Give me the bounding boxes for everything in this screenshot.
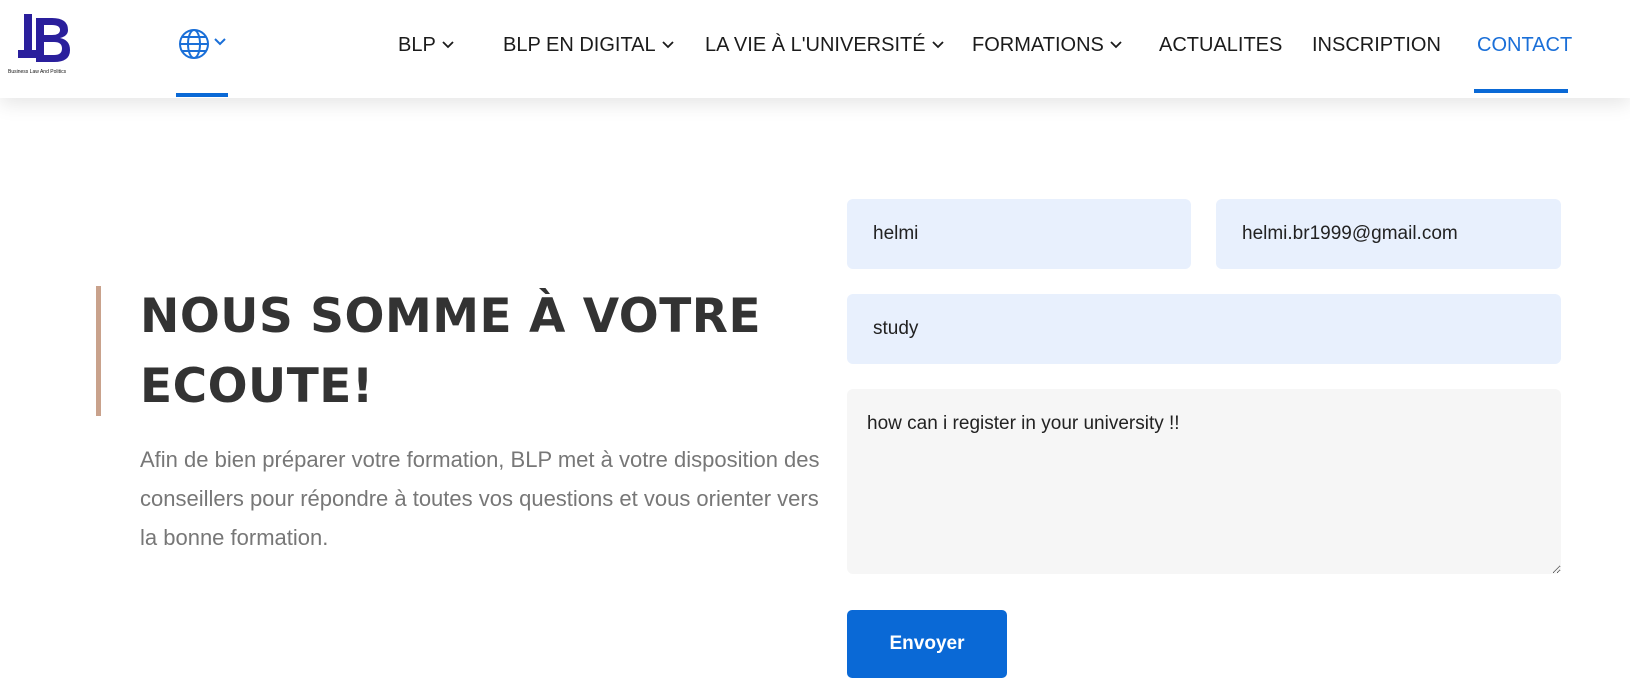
nav-item-actualites[interactable]: ACTUALITES bbox=[1159, 30, 1282, 60]
chevron-down-icon bbox=[1110, 41, 1122, 49]
nav-item-label: LA VIE À L'UNIVERSITÉ bbox=[705, 33, 926, 56]
nav-item-contact[interactable]: CONTACT bbox=[1477, 30, 1572, 60]
language-selector[interactable] bbox=[176, 24, 232, 98]
site-header: Business Law And Politics BLP BLP EN DIG… bbox=[0, 0, 1630, 98]
globe-icon bbox=[179, 29, 209, 59]
chevron-down-icon bbox=[214, 38, 226, 46]
chevron-down-icon bbox=[931, 41, 944, 49]
email-field[interactable] bbox=[1216, 199, 1561, 269]
chevron-down-icon bbox=[442, 41, 454, 49]
nav-item-label: INSCRIPTION bbox=[1312, 33, 1441, 56]
nav-item-label: BLP EN DIGITAL bbox=[503, 33, 656, 56]
name-field[interactable] bbox=[847, 199, 1191, 269]
nav-item-label: CONTACT bbox=[1477, 33, 1573, 56]
page-description: Afin de bien préparer votre formation, B… bbox=[140, 447, 820, 550]
nav-item-blp[interactable]: BLP bbox=[398, 30, 454, 60]
chevron-down-icon bbox=[662, 41, 674, 49]
nav-item-vie-universite[interactable]: LA VIE À L'UNIVERSITÉ bbox=[705, 30, 944, 60]
nav-item-label: BLP bbox=[398, 33, 436, 56]
nav-item-formations[interactable]: FORMATIONS bbox=[972, 30, 1122, 60]
subject-field[interactable] bbox=[847, 294, 1561, 364]
nav-item-label: FORMATIONS bbox=[972, 33, 1104, 56]
submit-button[interactable]: Envoyer bbox=[847, 610, 1007, 678]
message-field[interactable]: how can i register in your university !! bbox=[847, 389, 1561, 574]
nav-active-underline bbox=[1474, 89, 1568, 93]
heading-accent-bar bbox=[96, 286, 101, 416]
language-active-underline bbox=[176, 93, 228, 97]
nav-item-label: ACTUALITES bbox=[1159, 33, 1283, 56]
logo[interactable]: Business Law And Politics bbox=[8, 12, 74, 76]
page-title: NOUS SOMME À VOTRE ECOUTE! bbox=[140, 289, 762, 414]
logo-text: Business Law And Politics bbox=[8, 69, 67, 75]
logo-mark bbox=[18, 14, 70, 62]
nav-item-blp-en-digital[interactable]: BLP EN DIGITAL bbox=[503, 30, 674, 60]
nav-item-inscription[interactable]: INSCRIPTION bbox=[1312, 30, 1441, 60]
